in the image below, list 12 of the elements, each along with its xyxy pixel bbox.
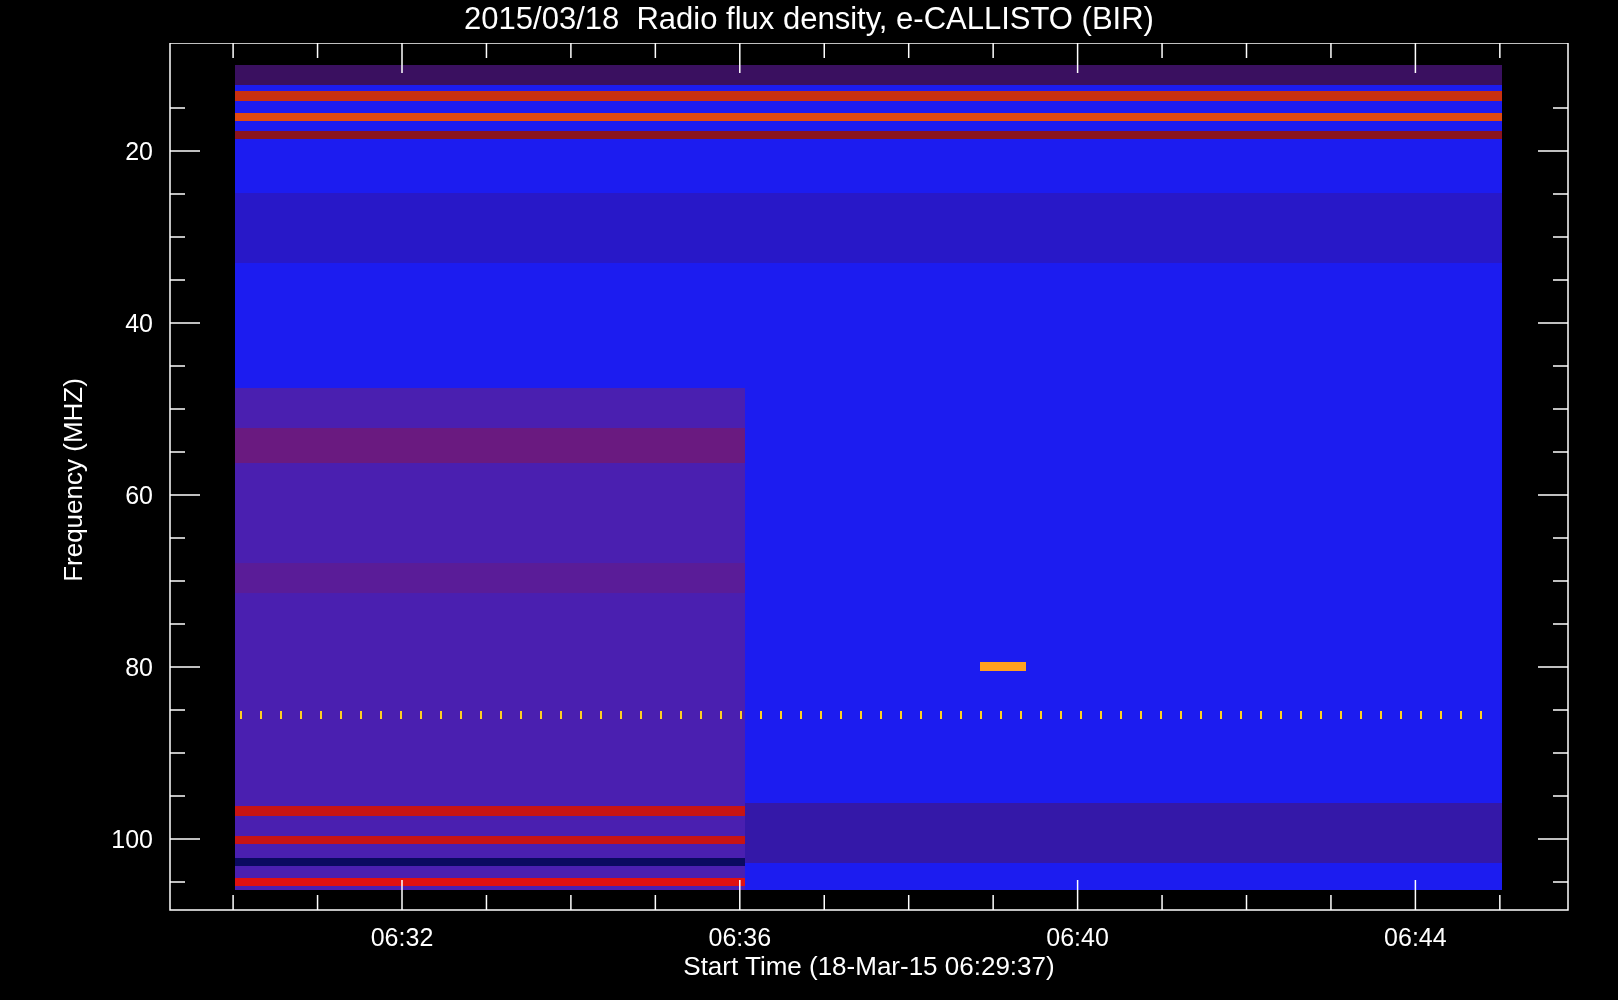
y-tick-label: 60 — [125, 481, 153, 509]
x-tick-label: 06:36 — [708, 923, 772, 951]
x-tick-label: 06:32 — [370, 923, 434, 951]
y-axis-title: Frequency (MHZ) — [58, 378, 88, 582]
x-tick-label: 06:44 — [1384, 923, 1447, 951]
y-tick-label: 80 — [125, 653, 153, 681]
y-tick-label: 40 — [125, 309, 153, 337]
chart-title: 2015/03/18 Radio flux density, e-CALLISTO (BIR) — [464, 0, 1154, 38]
x-tick-label: 06:40 — [1046, 923, 1109, 951]
y-tick-label: 20 — [125, 137, 153, 165]
x-axis-title: Start Time (18-Mar-15 06:29:37) — [683, 951, 1055, 981]
y-tick-label: 100 — [111, 825, 153, 853]
